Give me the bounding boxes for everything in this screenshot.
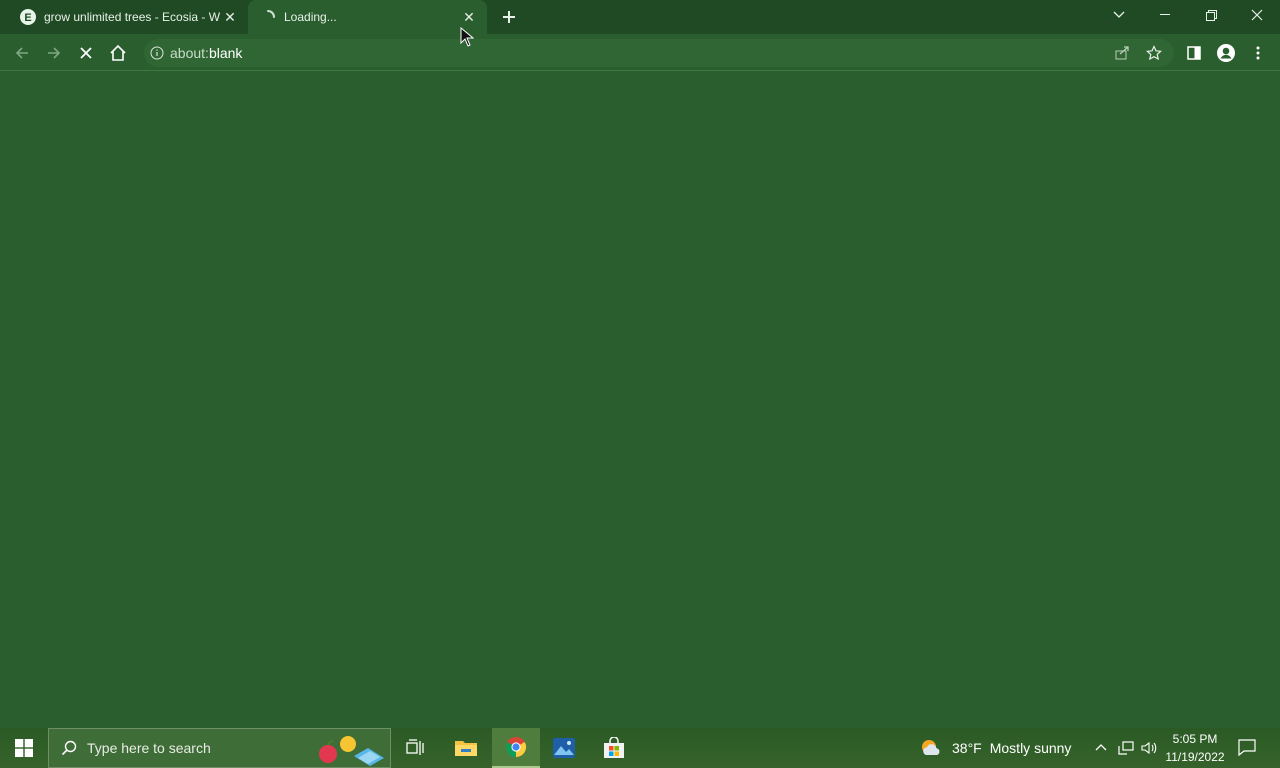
tab-close-icon[interactable]: ✕: [220, 7, 240, 27]
close-icon: [1251, 9, 1263, 21]
star-icon: [1146, 45, 1162, 61]
taskbar-search-box[interactable]: Type here to search: [48, 728, 391, 768]
mouse-cursor-icon: [460, 27, 474, 47]
task-view-icon: [406, 739, 424, 755]
search-placeholder: Type here to search: [87, 740, 211, 756]
photos-icon: [553, 738, 575, 758]
folder-icon: [455, 741, 477, 756]
speaker-icon: [1141, 741, 1157, 755]
weather-widget[interactable]: 38°F Mostly sunny: [920, 728, 1071, 768]
notifications-button[interactable]: [1238, 739, 1256, 762]
search-icon: [61, 740, 77, 756]
menu-button[interactable]: [1244, 39, 1272, 67]
windows-logo-icon: [15, 739, 33, 757]
side-panel-icon: [1187, 46, 1201, 60]
arrow-left-icon: [15, 47, 28, 59]
home-icon: [110, 44, 126, 61]
chevron-up-icon: [1095, 744, 1107, 751]
stop-x-icon: [80, 47, 92, 59]
chrome-taskbar-button[interactable]: [492, 728, 540, 768]
ecosia-icon: E: [20, 9, 36, 25]
store-icon: [604, 737, 624, 758]
tab-close-icon[interactable]: ✕: [459, 7, 479, 27]
stop-button[interactable]: [72, 39, 100, 67]
minimize-icon: [1160, 14, 1170, 15]
notification-icon: [1238, 739, 1256, 757]
tab-title: Loading...: [284, 10, 337, 24]
clock-time: 5:05 PM: [1172, 732, 1218, 746]
weather-temperature: 38°F: [952, 740, 982, 756]
tab-title: grow unlimited trees - Ecosia - W: [44, 10, 220, 24]
loading-spinner-icon: [267, 10, 275, 18]
new-tab-button[interactable]: [497, 6, 521, 28]
plus-icon: [503, 11, 515, 23]
close-window-button[interactable]: [1234, 0, 1280, 30]
photos-button[interactable]: [540, 728, 588, 768]
share-icon: [1115, 46, 1129, 60]
forward-button[interactable]: [40, 39, 68, 67]
network-button[interactable]: [1118, 740, 1134, 761]
tab-ecosia[interactable]: E grow unlimited trees - Ecosia - W ✕: [8, 0, 248, 34]
restore-button[interactable]: [1188, 0, 1234, 30]
show-hidden-icons-button[interactable]: [1094, 740, 1108, 759]
back-button[interactable]: [8, 39, 36, 67]
minimize-button[interactable]: [1142, 0, 1188, 30]
chevron-down-icon: [1113, 11, 1125, 18]
home-button[interactable]: [104, 39, 132, 67]
share-button[interactable]: [1108, 39, 1136, 67]
tab-loading[interactable]: Loading... ✕: [248, 0, 487, 34]
volume-button[interactable]: [1141, 740, 1157, 761]
page-content: [0, 71, 1280, 728]
task-view-button[interactable]: [392, 728, 440, 768]
chrome-icon: [505, 737, 527, 758]
profile-button[interactable]: [1212, 39, 1240, 67]
svg-text:E: E: [24, 12, 31, 24]
info-icon[interactable]: [150, 46, 164, 60]
taskbar-clock[interactable]: 5:05 PM 11/19/2022: [1160, 730, 1230, 766]
microsoft-store-button[interactable]: [590, 728, 638, 768]
network-icon: [1118, 741, 1134, 755]
arrow-right-icon: [48, 47, 61, 59]
start-button[interactable]: [0, 728, 48, 768]
sun-cloud-icon: [922, 740, 940, 755]
kebab-menu-icon: [1256, 46, 1260, 60]
search-highlight-illustration-icon: [319, 736, 384, 766]
restore-icon: [1205, 9, 1217, 21]
avatar-icon: [1217, 44, 1235, 62]
clock-date: 11/19/2022: [1165, 750, 1225, 764]
side-panel-button[interactable]: [1180, 39, 1208, 67]
address-bar[interactable]: about:blank: [144, 39, 1174, 67]
tab-search-button[interactable]: [1096, 0, 1142, 30]
bookmark-button[interactable]: [1140, 39, 1168, 67]
file-explorer-button[interactable]: [442, 728, 490, 768]
url-text: about:blank: [170, 45, 243, 61]
weather-condition: Mostly sunny: [989, 740, 1072, 756]
